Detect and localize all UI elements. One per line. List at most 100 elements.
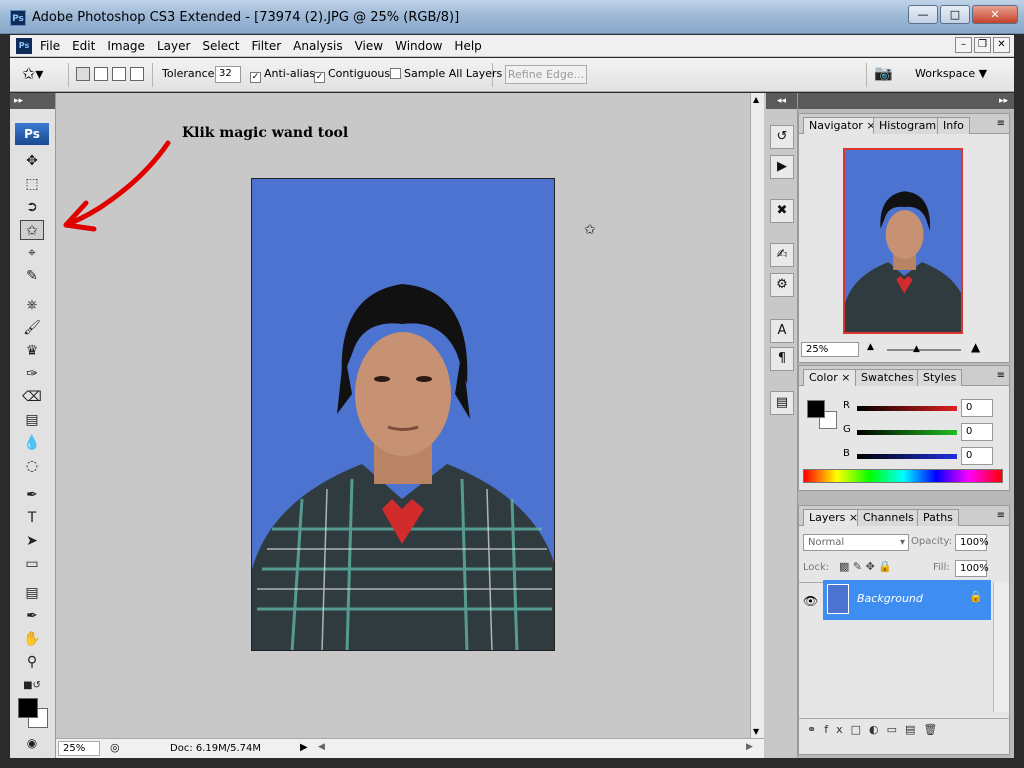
minimize-button[interactable]: — bbox=[908, 5, 938, 24]
tool-presets-icon[interactable]: ✖ bbox=[770, 199, 794, 223]
menu-view[interactable]: View bbox=[355, 39, 383, 53]
navigator-zoom-field[interactable]: 25% bbox=[801, 342, 859, 357]
sample-all-layers-option[interactable]: Sample All Layers bbox=[390, 67, 502, 80]
tab-styles[interactable]: Styles bbox=[917, 369, 963, 386]
menu-image[interactable]: Image bbox=[107, 39, 145, 53]
pen-tool-icon[interactable]: ✒ bbox=[20, 485, 44, 505]
foreground-color-swatch[interactable] bbox=[18, 698, 38, 718]
channel-r-slider[interactable] bbox=[857, 406, 957, 411]
doc-restore-button[interactable]: ❐ bbox=[974, 37, 991, 53]
character-panel-icon[interactable]: A bbox=[770, 319, 794, 343]
sample-all-layers-checkbox[interactable] bbox=[390, 68, 401, 79]
navigator-thumbnail[interactable] bbox=[843, 148, 963, 334]
menu-edit[interactable]: Edit bbox=[72, 39, 95, 53]
eraser-tool-icon[interactable]: ⌫ bbox=[20, 387, 44, 407]
tab-swatches[interactable]: Swatches bbox=[855, 369, 920, 386]
clone-stamp-tool-icon[interactable]: ♛ bbox=[20, 341, 44, 361]
menu-filter[interactable]: Filter bbox=[251, 39, 281, 53]
bridge-icon[interactable]: 📷 bbox=[874, 64, 893, 82]
notes-tool-icon[interactable]: ▤ bbox=[20, 583, 44, 603]
dodge-tool-icon[interactable]: ◌ bbox=[20, 456, 44, 476]
navigator-slider-handle[interactable]: ▲ bbox=[913, 344, 920, 354]
status-zoom-field[interactable]: 25% bbox=[58, 741, 100, 756]
crop-tool-icon[interactable]: ⌖ bbox=[20, 243, 44, 263]
menu-window[interactable]: Window bbox=[395, 39, 442, 53]
quick-mask-icon[interactable]: ◉ bbox=[20, 733, 44, 753]
clone-source-icon[interactable]: ⚙ bbox=[770, 273, 794, 297]
hand-tool-icon[interactable]: ✋ bbox=[20, 629, 44, 649]
menu-help[interactable]: Help bbox=[454, 39, 481, 53]
menu-analysis[interactable]: Analysis bbox=[293, 39, 342, 53]
zoom-out-icon[interactable]: ▲ bbox=[867, 342, 874, 352]
document-photo[interactable] bbox=[251, 178, 555, 651]
move-tool-icon[interactable]: ✥ bbox=[20, 151, 44, 171]
panel-menu-icon[interactable]: ≡ bbox=[997, 118, 1005, 129]
scroll-down-icon[interactable]: ▼ bbox=[753, 727, 759, 736]
color-spectrum-bar[interactable] bbox=[803, 469, 1003, 483]
zoom-in-icon[interactable]: ▲ bbox=[971, 340, 980, 354]
lasso-tool-icon[interactable]: ➲ bbox=[20, 197, 44, 217]
shape-tool-icon[interactable]: ▭ bbox=[20, 554, 44, 574]
refine-edge-button[interactable]: Refine Edge... bbox=[505, 65, 587, 84]
brush-tool-icon[interactable]: 🖌 bbox=[20, 318, 44, 338]
document-icon[interactable]: Ps bbox=[16, 38, 32, 54]
layers-footer-icons[interactable]: ⚭fx□◐▭▤🗑 bbox=[799, 718, 1011, 742]
magic-wand-preset-icon[interactable]: ✩▾ bbox=[22, 64, 43, 83]
maximize-button[interactable]: □ bbox=[940, 5, 970, 24]
tab-paths[interactable]: Paths bbox=[917, 509, 959, 526]
zoom-tool-icon[interactable]: ⚲ bbox=[20, 652, 44, 672]
panel-menu-icon[interactable]: ≡ bbox=[997, 370, 1005, 381]
close-button[interactable]: ✕ bbox=[972, 5, 1018, 24]
contiguous-option[interactable]: ✓ Contiguous bbox=[314, 67, 390, 83]
color-fg-swatch[interactable] bbox=[807, 400, 825, 418]
scroll-up-icon[interactable]: ▲ bbox=[753, 95, 759, 104]
layer-comps-icon[interactable]: ▤ bbox=[770, 391, 794, 415]
navigator-zoom-slider[interactable] bbox=[887, 349, 961, 351]
toolbox-grip[interactable]: ▸▸ bbox=[10, 93, 55, 109]
marquee-tool-icon[interactable]: ⬚ bbox=[20, 174, 44, 194]
menu-file[interactable]: File bbox=[40, 39, 60, 53]
brushes-panel-icon[interactable]: ✍ bbox=[770, 243, 794, 267]
layer-row-background[interactable]: Background 🔒 bbox=[823, 580, 991, 620]
eyedropper-tool-icon[interactable]: ✒ bbox=[20, 606, 44, 626]
swap-colors-icon[interactable]: ■↺ bbox=[20, 676, 44, 696]
panel-menu-icon[interactable]: ≡ bbox=[997, 510, 1005, 521]
contiguous-checkbox[interactable]: ✓ bbox=[314, 72, 325, 83]
type-tool-icon[interactable]: T bbox=[20, 508, 44, 528]
doc-minimize-button[interactable]: – bbox=[955, 37, 972, 53]
fill-field[interactable]: 100% bbox=[955, 560, 989, 577]
paragraph-panel-icon[interactable]: ¶ bbox=[770, 347, 794, 371]
vertical-scrollbar[interactable]: ▲ ▼ bbox=[750, 93, 764, 738]
status-arrow-icon[interactable]: ▶ bbox=[300, 742, 308, 753]
tab-navigator[interactable]: Navigator × bbox=[803, 117, 882, 134]
history-brush-tool-icon[interactable]: ✑ bbox=[20, 364, 44, 384]
tab-histogram[interactable]: Histogram bbox=[873, 117, 943, 134]
subtract-selection-icon[interactable] bbox=[112, 67, 126, 81]
dock-collapse-icon[interactable]: ◂◂ bbox=[766, 93, 797, 109]
channel-r-value[interactable]: 0 bbox=[961, 399, 993, 417]
intersect-selection-icon[interactable] bbox=[130, 67, 144, 81]
add-to-selection-icon[interactable] bbox=[94, 67, 108, 81]
anti-alias-option[interactable]: ✓ Anti-alias bbox=[250, 67, 315, 83]
path-selection-tool-icon[interactable]: ➤ bbox=[20, 531, 44, 551]
workspace-menu[interactable]: Workspace ▼ bbox=[915, 67, 987, 80]
gradient-tool-icon[interactable]: ▤ bbox=[20, 410, 44, 430]
tab-info[interactable]: Info bbox=[937, 117, 970, 134]
new-selection-icon[interactable] bbox=[76, 67, 90, 81]
channel-b-value[interactable]: 0 bbox=[961, 447, 993, 465]
status-menu-icon[interactable]: ◎ bbox=[110, 741, 120, 754]
layer-visibility-eye-icon[interactable]: 👁 bbox=[803, 594, 818, 608]
menu-layer[interactable]: Layer bbox=[157, 39, 190, 53]
history-panel-icon[interactable]: ↺ bbox=[770, 125, 794, 149]
healing-brush-tool-icon[interactable]: ⎈ bbox=[20, 295, 44, 315]
channel-b-slider[interactable] bbox=[857, 454, 957, 459]
anti-alias-checkbox[interactable]: ✓ bbox=[250, 72, 261, 83]
actions-panel-icon[interactable]: ▶ bbox=[770, 155, 794, 179]
tolerance-input[interactable]: 32 bbox=[215, 66, 241, 83]
channel-g-slider[interactable] bbox=[857, 430, 957, 435]
menu-select[interactable]: Select bbox=[202, 39, 239, 53]
blur-tool-icon[interactable]: 💧 bbox=[20, 433, 44, 453]
tab-layers[interactable]: Layers × bbox=[803, 509, 865, 526]
hscroll-left-icon[interactable]: ◀ bbox=[318, 742, 325, 752]
magic-wand-tool-icon[interactable]: ✩ bbox=[20, 220, 44, 240]
